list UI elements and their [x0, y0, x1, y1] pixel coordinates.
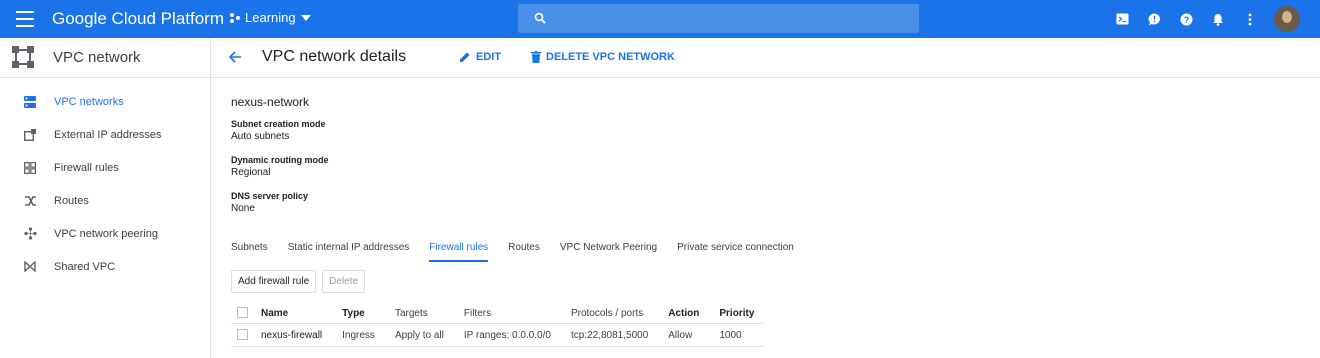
cell-action: Allow [658, 323, 710, 347]
sidebar-item-routes[interactable]: Routes [0, 184, 210, 217]
routing-mode-value: Regional [231, 167, 271, 178]
pencil-icon [460, 52, 470, 62]
delete-vpc-label: DELETE VPC NETWORK [546, 51, 675, 63]
sidebar-item-vpc-networks[interactable]: VPC networks [0, 85, 210, 118]
sidebar-item-label: VPC network peering [54, 227, 158, 240]
tab-firewall-rules[interactable]: Firewall rules [429, 242, 489, 262]
cell-name[interactable]: nexus-firewall [251, 323, 333, 347]
sidebar-item-firewall-rules[interactable]: Firewall rules [0, 151, 210, 184]
row-select-cell [231, 323, 251, 347]
cell-type: Ingress [332, 323, 385, 347]
account-avatar[interactable] [1274, 6, 1300, 32]
delete-rule-button[interactable]: Delete [322, 270, 366, 293]
notifications-bell-icon[interactable] [1208, 9, 1228, 29]
brand-title[interactable]: Google Cloud Platform [52, 9, 224, 29]
vpc-network-product-icon [12, 46, 34, 68]
dns-policy-label: DNS server policy [231, 191, 309, 201]
hamburger-menu-icon[interactable] [16, 11, 34, 27]
product-name: VPC network [53, 49, 141, 66]
routing-mode-label: Dynamic routing mode [231, 155, 329, 165]
column-header-targets[interactable]: Targets [384, 303, 454, 324]
cell-targets: Apply to all [384, 323, 454, 347]
firewall-icon [23, 161, 37, 174]
sidebar-item-vpc-network-peering[interactable]: VPC network peering [0, 217, 210, 250]
sidebar-item-label: Firewall rules [54, 161, 119, 174]
network-name: nexus-network [231, 95, 310, 109]
sidebar-nav: VPC networks External IP addresses Firew… [0, 85, 210, 283]
top-app-bar: Google Cloud Platform Learning ? [0, 0, 1320, 38]
project-selector[interactable]: Learning [230, 10, 311, 25]
tab-static-internal-ip[interactable]: Static internal IP addresses [288, 242, 410, 262]
project-dots-icon [230, 12, 240, 23]
cell-priority: 1000 [709, 323, 765, 347]
sidebar-item-label: Routes [54, 194, 89, 207]
column-header-action[interactable]: Action [658, 303, 710, 324]
firewall-actions: Add firewall rule Delete [231, 270, 366, 293]
subnet-mode-label: Subnet creation mode [231, 119, 326, 129]
peering-icon [23, 227, 37, 240]
sidebar-item-label: External IP addresses [54, 128, 162, 141]
tab-subnets[interactable]: Subnets [231, 242, 268, 262]
network-details: nexus-network Subnet creation mode Auto … [231, 95, 329, 227]
sidebar-item-label: VPC networks [54, 95, 124, 108]
routes-icon [23, 195, 37, 207]
tab-routes[interactable]: Routes [508, 242, 540, 262]
cell-protocols-ports: tcp:22,8081,5000 [560, 323, 659, 347]
column-header-protocols-ports[interactable]: Protocols / ports [560, 303, 659, 324]
sidebar-item-label: Shared VPC [54, 260, 116, 273]
firewall-rules-table: Name Type Targets Filters Protocols / po… [231, 303, 765, 347]
detail-tabs: Subnets Static internal IP addresses Fir… [231, 242, 814, 262]
vpc-networks-icon [23, 95, 37, 108]
search-icon [534, 12, 546, 24]
search-input[interactable] [518, 4, 919, 33]
add-firewall-rule-button[interactable]: Add firewall rule [231, 270, 317, 293]
edit-button[interactable]: EDIT [459, 51, 501, 63]
select-all-checkbox[interactable] [237, 307, 248, 319]
project-name: Learning [245, 10, 296, 25]
row-checkbox[interactable] [237, 329, 248, 341]
column-header-priority[interactable]: Priority [709, 303, 765, 324]
table-row[interactable]: nexus-firewall Ingress Apply to all IP r… [231, 323, 765, 347]
trash-icon [531, 51, 541, 63]
cell-filters: IP ranges: 0.0.0.0/0 [453, 323, 561, 347]
sidebar-item-shared-vpc[interactable]: Shared VPC [0, 250, 210, 283]
back-arrow-icon[interactable] [228, 50, 242, 64]
chevron-down-icon [300, 14, 311, 21]
external-ip-icon [23, 128, 37, 141]
dns-policy-value: None [231, 203, 255, 214]
tab-private-service-connection[interactable]: Private service connection [677, 242, 794, 262]
table-header-row: Name Type Targets Filters Protocols / po… [231, 303, 765, 324]
sidebar-divider [210, 38, 211, 358]
column-header-name[interactable]: Name [251, 303, 333, 324]
svg-text:?: ? [1183, 15, 1189, 25]
column-header-filters[interactable]: Filters [453, 303, 561, 324]
more-vert-icon[interactable] [1240, 9, 1260, 29]
column-header-type[interactable]: Type [332, 303, 385, 324]
cloud-shell-icon[interactable] [1112, 9, 1132, 29]
select-all-cell [231, 303, 251, 324]
page-title: VPC network details [262, 48, 407, 65]
delete-vpc-network-button[interactable]: DELETE VPC NETWORK [531, 51, 675, 63]
tab-vpc-network-peering[interactable]: VPC Network Peering [560, 242, 657, 262]
page-header: VPC network VPC network details EDIT DEL… [0, 38, 1320, 78]
subnet-mode-value: Auto subnets [231, 131, 290, 142]
help-icon[interactable]: ? [1176, 9, 1196, 29]
feedback-icon[interactable] [1144, 9, 1164, 29]
edit-label: EDIT [476, 51, 502, 63]
shared-vpc-icon [23, 261, 37, 272]
sidebar-item-external-ip-addresses[interactable]: External IP addresses [0, 118, 210, 151]
